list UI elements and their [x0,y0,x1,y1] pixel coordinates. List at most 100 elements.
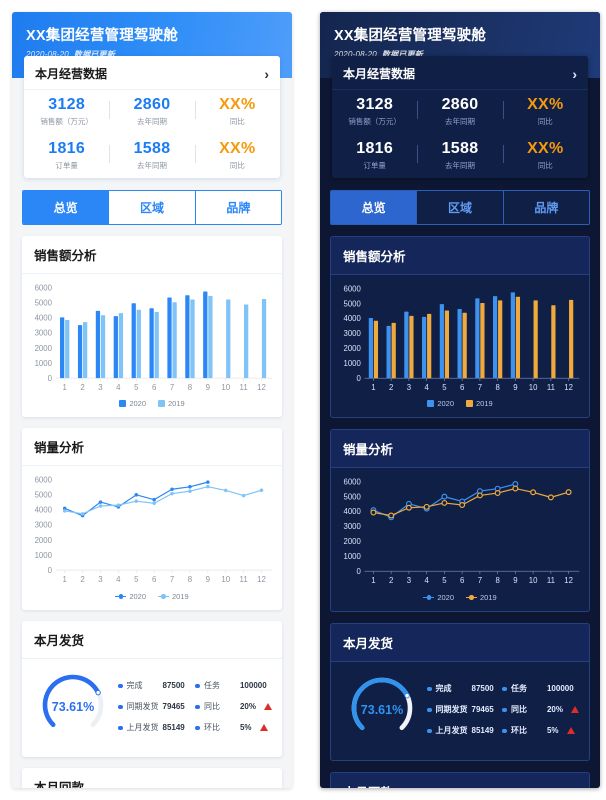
svg-text:11: 11 [547,577,555,586]
chevron-right-icon[interactable]: › [572,67,577,81]
tab-bar[interactable]: 总览 区域 品牌 [22,190,282,225]
card-title-sales-amount: 销售额分析 [331,237,589,275]
light-scroll-area[interactable]: XX集团经营管理驾驶舱 2020-08-20 数据已更新 本月经营数据 › 312… [12,12,292,788]
tab-overview[interactable]: 总览 [331,191,417,224]
svg-text:2: 2 [80,383,84,392]
svg-text:2000: 2000 [344,344,362,353]
stat-item: 上月发货 85149 [118,722,193,733]
svg-text:1000: 1000 [35,359,53,368]
stat-item: 上月发货 85149 [427,725,500,736]
svg-text:6000: 6000 [344,284,362,293]
legend-label-2020: 2020 [129,591,146,601]
legend-item-2019[interactable]: 2019 [158,592,189,601]
legend-label-2020: 2020 [437,399,454,409]
bullet-icon [502,707,507,713]
kpi-card-header[interactable]: 本月经营数据 › [332,56,588,90]
card-body-sales-volume: 0 1000 2000 3000 4000 5000 6000 1 2 3 4 5 6 7 8 9 10 11 12… [22,466,282,609]
svg-text:1: 1 [63,383,67,392]
card-body-sales-volume: 0 1000 2000 3000 4000 5000 6000 1 2 3 4 5 6 7 8 9 10 11 12… [331,468,589,610]
stat-value: 85149 [162,723,185,733]
legend-sales-amount: 2020 2019 [337,399,583,408]
legend-line-2020 [423,594,435,601]
stat-item: 同比 20% [195,701,272,712]
svg-text:1000: 1000 [344,553,362,562]
legend-item-2019[interactable]: 2019 [466,399,493,408]
bullet-icon [118,683,123,689]
svg-text:6: 6 [460,383,464,392]
svg-text:5000: 5000 [35,491,53,500]
svg-text:3: 3 [407,577,411,586]
chevron-right-icon[interactable]: › [264,67,269,81]
gauge-shipment: 73.61% [339,672,425,748]
bar-chart-sales-amount[interactable]: 0 1000 2000 3000 4000 5000 6000 1 2 3 4 5 6 7 8 9 10 11 12 [337,281,583,398]
svg-text:4000: 4000 [344,508,362,517]
svg-text:5000: 5000 [344,493,362,502]
svg-text:12: 12 [257,576,266,585]
legend-item-2020[interactable]: 2020 [427,399,454,408]
svg-text:7: 7 [478,383,482,392]
tab-region[interactable]: 区域 [416,191,503,224]
svg-text:2000: 2000 [344,538,362,547]
legend-item-2019[interactable]: 2019 [158,399,185,408]
legend-line-2019 [158,593,169,600]
tab-brand[interactable]: 品牌 [194,191,281,224]
kpi-label: 去年同期 [444,117,475,126]
svg-text:1000: 1000 [35,551,53,560]
stat-value: 85149 [471,726,494,736]
stat-value: 5% [546,726,559,736]
line-chart-sales-volume[interactable]: 0 1000 2000 3000 4000 5000 6000 1 2 3 4 5 6 7 8 9 10 11 12 [337,474,583,591]
svg-text:9: 9 [206,383,210,392]
legend-swatch-2019 [158,400,165,408]
stat-value: 100000 [546,684,574,694]
card-sales-amount: 销售额分析 0 1000 2000 3000 4000 5000 6000 1 2 3 4 5 6 7 8 9… [330,236,590,419]
svg-text:5: 5 [134,383,139,392]
legend-item-2019[interactable]: 2019 [466,593,497,602]
line-chart-sales-volume[interactable]: 0 1000 2000 3000 4000 5000 6000 1 2 3 4 5 6 7 8 9 10 11 12 [28,472,276,590]
legend-item-2020[interactable]: 2020 [115,592,146,601]
dark-scroll-area[interactable]: XX集团经营管理驾驶舱 2020-08-20 数据已更新 本月经营数据 › 312… [320,12,600,788]
svg-text:10: 10 [529,383,538,392]
tab-overview[interactable]: 总览 [23,191,109,224]
kpi-label: 销售额（万元） [40,117,93,126]
kpi-value: 2860 [441,96,479,113]
svg-text:6000: 6000 [344,478,362,487]
kpi-card-header[interactable]: 本月经营数据 › [24,56,280,90]
legend-item-2020[interactable]: 2020 [119,399,146,408]
kpi-metric: 3128 销售额（万元） [24,96,109,127]
kpi-value: 1588 [441,140,479,157]
stat-key: 上月发货 [126,723,159,733]
tab-brand[interactable]: 品牌 [502,191,589,224]
stat-value: 87500 [162,681,185,691]
svg-text:9: 9 [513,577,517,586]
svg-text:8: 8 [188,576,193,585]
svg-text:1: 1 [371,383,375,392]
legend-label-2019: 2019 [172,591,189,601]
kpi-metric: 3128 销售额（万元） [332,96,417,127]
tab-bar[interactable]: 总览 区域 品牌 [330,190,590,225]
card-sales-volume: 销量分析 0 1000 2000 3000 4000 5000 6000 1 2 3 4 5 6 7 8 9 1… [330,429,590,612]
svg-text:2000: 2000 [35,344,53,353]
svg-text:8: 8 [495,577,499,586]
kpi-row: 1816 订单量 1588 去年同期 XX% 同比 [332,134,588,178]
svg-text:8: 8 [188,383,193,392]
card-payment: 本月回款 56.93% 完成87500任务100000同期发货79465同比20… [22,767,282,788]
stat-key: 完成 [126,681,143,691]
kpi-section-label: 本月经营数据 [343,67,416,81]
shipment-stats: 完成 87500 任务 100000 同期发货 79465 同比 20% 上月发货 85149 环比… [425,683,579,736]
svg-text:2: 2 [389,383,393,392]
kpi-metric: 1816 订单量 [24,140,109,171]
bullet-icon [118,725,123,731]
tab-region[interactable]: 区域 [108,191,195,224]
svg-text:2: 2 [80,576,84,585]
stat-item: 任务 100000 [502,683,579,694]
svg-text:0: 0 [48,566,53,575]
card-title-payment: 本月回款 [22,768,282,788]
legend-label-2019: 2019 [168,399,185,409]
kpi-label: 去年同期 [136,161,167,170]
stat-value: 87500 [471,684,494,694]
kpi-label: 同比 [537,117,553,126]
svg-text:9: 9 [513,383,517,392]
svg-text:4: 4 [116,383,121,392]
bar-chart-sales-amount[interactable]: 0 1000 2000 3000 4000 5000 6000 1 2 3 4 5 6 7 8 9 10 11 12 [28,280,276,398]
legend-item-2020[interactable]: 2020 [423,593,454,602]
